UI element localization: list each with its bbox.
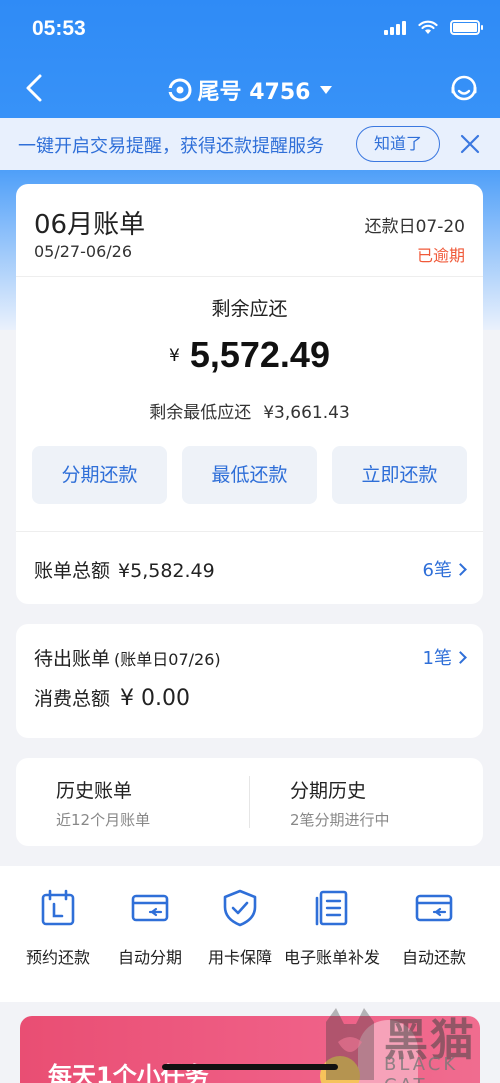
- status-icons: [384, 20, 483, 35]
- minimum-repay-button[interactable]: 最低还款: [182, 446, 317, 504]
- calendar-icon: [41, 889, 75, 926]
- action-buttons: 分期还款 最低还款 立即还款: [32, 446, 467, 504]
- nav-title: 尾号 4756: [197, 80, 311, 105]
- min-payment-line: 剩余最低应还 ¥3,661.43: [16, 398, 483, 423]
- installment-history-entry[interactable]: 分期历史 2笔分期进行中: [250, 758, 483, 846]
- document-icon: [315, 890, 348, 926]
- bank-logo-icon: [167, 78, 192, 102]
- tool-card-protection[interactable]: 用卡保障: [190, 888, 290, 968]
- pending-bill-card[interactable]: 待出账单 (账单日07/26) 1笔 消费总额 ¥ 0.00: [16, 624, 483, 738]
- divider: [16, 531, 483, 532]
- bill-total-amount: ¥5,582.49: [118, 560, 215, 582]
- pending-title-label: 待出账单: [34, 648, 111, 670]
- watermark-subtext: BLACK CAT: [384, 1054, 459, 1083]
- wifi-icon: [418, 20, 438, 34]
- bill-count: 6笔: [422, 560, 452, 581]
- pending-count: 1笔: [422, 648, 452, 669]
- min-label: 剩余最低应还: [149, 403, 252, 423]
- history-card: 历史账单 近12个月账单 分期历史 2笔分期进行中: [16, 758, 483, 846]
- divider: [16, 276, 483, 277]
- history-bills-title: 历史账单: [56, 780, 133, 802]
- min-amount: ¥3,661.43: [263, 403, 350, 423]
- card-cycle-icon: [415, 894, 453, 922]
- installment-repay-button[interactable]: 分期还款: [32, 446, 167, 504]
- tool-auto-repay[interactable]: 自动还款: [384, 888, 484, 968]
- due-date-value: 07-20: [415, 217, 465, 237]
- pending-total-amount: ¥ 0.00: [120, 686, 190, 711]
- remaining-amount: ¥5,572.49: [16, 334, 483, 376]
- installment-history-title: 分期历史: [290, 780, 367, 802]
- signal-icon: [384, 20, 406, 35]
- status-time: 05:53: [32, 17, 86, 40]
- bill-period: 05/27-06/26: [34, 242, 132, 261]
- card-selector[interactable]: 尾号 4756: [0, 74, 500, 106]
- notice-text: 一键开启交易提醒，获得还款提醒服务: [18, 136, 324, 157]
- customer-service-icon[interactable]: [446, 70, 482, 106]
- battery-icon: [450, 20, 483, 35]
- shield-check-icon: [223, 889, 257, 927]
- pending-total-label: 消费总额: [34, 688, 111, 710]
- tool-auto-installment[interactable]: 自动分期: [100, 888, 200, 968]
- pending-count-link[interactable]: 1笔: [422, 644, 467, 670]
- repay-now-button[interactable]: 立即还款: [332, 446, 467, 504]
- pending-bill-date: (账单日07/26): [114, 650, 221, 669]
- tool-label: 电子账单补发: [283, 948, 380, 967]
- pending-title: 待出账单 (账单日07/26): [34, 644, 221, 671]
- tool-ebill-reissue[interactable]: 电子账单补发: [282, 888, 382, 968]
- tools-panel: 预约还款 自动分期 用卡保障 电子账单补发 自动还款: [0, 866, 500, 1002]
- tool-label: 预约还款: [25, 948, 90, 967]
- tool-label: 用卡保障: [207, 948, 272, 967]
- tool-label: 自动分期: [117, 948, 182, 967]
- home-indicator[interactable]: [162, 1064, 338, 1070]
- tool-scheduled-repay[interactable]: 预约还款: [8, 888, 108, 968]
- remaining-label: 剩余应还: [211, 298, 288, 320]
- nav-bar: 尾号 4756: [0, 62, 500, 116]
- history-bills-entry[interactable]: 历史账单 近12个月账单: [16, 758, 249, 846]
- status-bar: 05:53: [0, 0, 500, 60]
- due-date: 还款日07-20: [365, 212, 465, 237]
- tool-label: 自动还款: [401, 948, 466, 967]
- bill-title: 06月账单: [34, 210, 146, 240]
- bill-total-label: 账单总额: [34, 560, 111, 582]
- overdue-badge: 已逾期: [416, 246, 465, 265]
- bill-total-row[interactable]: 账单总额 ¥5,582.49 6笔: [34, 554, 467, 584]
- watermark: 黑猫 BLACK CAT: [318, 1000, 500, 1083]
- close-icon[interactable]: [458, 132, 482, 156]
- currency-symbol: ¥: [169, 346, 180, 366]
- card-cycle-icon: [131, 894, 169, 922]
- bill-card: 06月账单 05/27-06/26 还款日07-20 已逾期 剩余应还 ¥5,5…: [16, 184, 483, 604]
- chevron-right-icon: [454, 650, 467, 664]
- pending-total: 消费总额 ¥ 0.00: [34, 684, 190, 711]
- remaining-amount-value: 5,572.49: [189, 334, 330, 375]
- installment-history-subtitle: 2笔分期进行中: [290, 811, 390, 829]
- history-bills-subtitle: 近12个月账单: [56, 811, 151, 829]
- due-label: 还款日: [364, 217, 416, 237]
- bill-count-link[interactable]: 6笔: [422, 556, 467, 582]
- chevron-right-icon: [454, 562, 467, 576]
- got-it-button[interactable]: 知道了: [356, 126, 440, 162]
- cat-logo-icon: [326, 1008, 374, 1080]
- bill-total: 账单总额 ¥5,582.49: [34, 556, 215, 583]
- caret-down-icon: [320, 86, 333, 94]
- notice-bar: 一键开启交易提醒，获得还款提醒服务 知道了: [0, 118, 500, 170]
